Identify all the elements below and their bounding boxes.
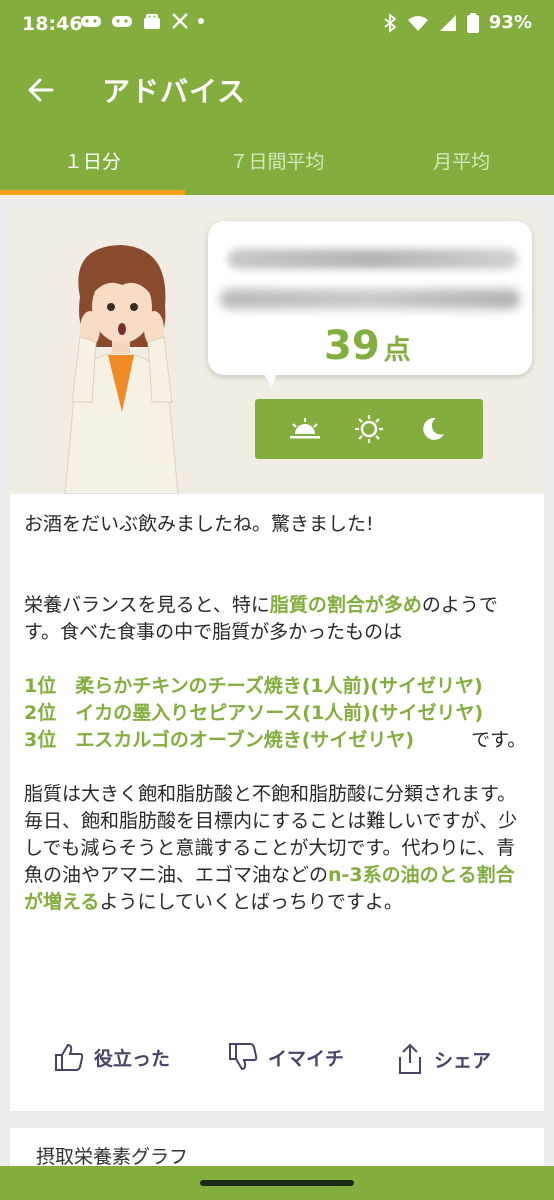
advice-card: 39 点 お酒をだいぶ飲みましたね。驚きました! 栄養バランスを見ると、特に脂質の… (10, 207, 544, 1111)
header: 18:46 93% アドバイス １日分 ７日間平均 月平均 (0, 0, 554, 195)
rank-2: 2位 イカの墨入りセピアソース(1人前)(サイゼリヤ) (24, 702, 484, 724)
thumbs-down-icon (229, 1043, 258, 1071)
helpful-label: 役立った (94, 1047, 171, 1070)
game-controller-icon (112, 16, 132, 27)
rank-3: 3位 エスカルゴのオーブン焼き(サイゼリヤ) (24, 729, 415, 751)
section-title: 摂取栄養素グラフ (36, 1146, 189, 1168)
blurred-text (220, 289, 520, 309)
not-good-label: イマイチ (268, 1047, 345, 1070)
status-bar: 18:46 93% (0, 0, 554, 52)
advice-intro: お酒をだいぶ飲みましたね。驚きました! (24, 513, 374, 535)
feedback-actions: 役立った イマイチ シェア (10, 1037, 544, 1081)
system-icons: 93% (383, 12, 532, 33)
advice-text: お酒をだいぶ飲みましたね。驚きました! 栄養バランスを見ると、特に脂質の割合が多… (24, 511, 532, 916)
tab-seven-day-average[interactable]: ７日間平均 (185, 134, 370, 195)
tab-monthly-average[interactable]: 月平均 (369, 134, 554, 195)
sun-icon[interactable] (351, 411, 387, 447)
x-logo-icon (172, 13, 188, 29)
page-title: アドバイス (102, 75, 247, 108)
text: ようにしていくとばっちりですよ。 (99, 891, 403, 913)
score-value: 39 (324, 323, 380, 369)
advice-balance: 栄養バランスを見ると、特に脂質の割合が多めのようです。食べた食事の中で脂質が多か… (24, 592, 532, 646)
score: 39 点 (324, 323, 411, 369)
share-label: シェア (434, 1049, 492, 1072)
sunrise-icon[interactable] (287, 411, 323, 447)
tab-one-day[interactable]: １日分 (0, 134, 185, 195)
text: 栄養バランスを見ると、特に (24, 594, 270, 616)
game-controller-icon (81, 16, 101, 27)
share-button[interactable]: シェア (396, 1043, 491, 1075)
moon-icon[interactable] (415, 411, 451, 447)
advisor-avatar (64, 245, 179, 494)
share-icon (399, 1043, 421, 1074)
rank-suffix: です。 (471, 729, 527, 751)
wifi-icon (407, 15, 428, 31)
android-icon (144, 14, 160, 29)
score-bubble: 39 点 (208, 221, 532, 375)
meal-time-selector (255, 399, 483, 459)
fat-ranking: 1位 柔らかチキンのチーズ焼き(1人前)(サイゼリヤ) 2位 イカの墨入りセピア… (24, 673, 532, 754)
back-arrow-icon[interactable] (22, 72, 58, 108)
system-navigation-bar (0, 1166, 554, 1200)
app-bar: アドバイス (0, 52, 554, 128)
advice-fat-types: 脂質は大きく飽和脂肪酸と不飽和脂肪酸に分類されます。毎日、飽和脂肪酸を目標内にす… (24, 781, 532, 916)
status-time: 18:46 (22, 13, 83, 35)
bluetooth-icon (384, 12, 397, 33)
highlight-fat-ratio: 脂質の割合が多め (269, 594, 422, 616)
signal-icon (439, 14, 456, 31)
notification-icons (80, 12, 204, 30)
battery-icon (466, 12, 479, 33)
helpful-button[interactable]: 役立った (54, 1043, 170, 1071)
blurred-text (228, 249, 518, 269)
period-tabs: １日分 ７日間平均 月平均 (0, 134, 554, 195)
home-gesture-handle[interactable] (200, 1180, 354, 1186)
battery-percent: 93% (488, 12, 532, 33)
not-good-button[interactable]: イマイチ (228, 1043, 344, 1071)
more-notifications-icon (198, 18, 204, 24)
rank-1: 1位 柔らかチキンのチーズ焼き(1人前)(サイゼリヤ) (24, 675, 483, 697)
thumbs-up-icon (55, 1043, 84, 1071)
advice-hero: 39 点 (10, 207, 544, 494)
bubble-tail (258, 365, 280, 387)
score-unit: 点 (383, 335, 411, 366)
